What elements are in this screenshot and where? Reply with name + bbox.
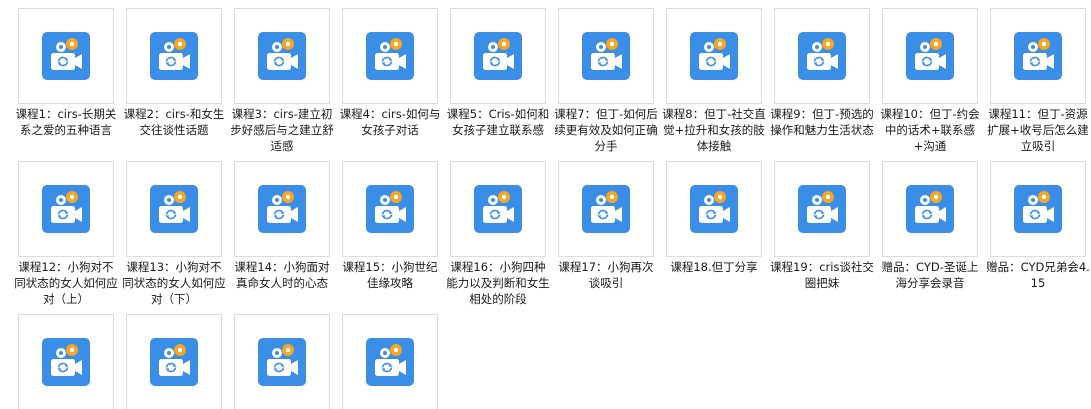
file-thumbnail [990, 8, 1086, 104]
video-file-icon [366, 338, 414, 386]
video-file-icon [1014, 185, 1062, 233]
file-thumbnail [774, 8, 870, 104]
file-name-label: 课程10：但丁-约会中的话术+联系感+沟通 [880, 107, 980, 153]
video-file-icon [690, 32, 738, 80]
video-file-icon [258, 185, 306, 233]
file-thumbnail [774, 161, 870, 257]
file-thumbnail [450, 8, 546, 104]
file-thumbnail [18, 8, 114, 104]
video-file-icon [906, 185, 954, 233]
file-grid: 课程1：cirs-长期关系之爱的五种语言 课程2：cirs-和女生交往谈性话题 课程… [0, 0, 1091, 409]
video-file-icon [150, 32, 198, 80]
file-name-label: 课程14：小狗面对真命女人时的心态 [234, 260, 330, 290]
video-file-icon [906, 32, 954, 80]
file-name-label: 课程12：小狗对不同状态的女人如何应对（上） [14, 260, 118, 306]
file-name-label: 赠品：CYD-圣诞上海分享会录音 [881, 260, 979, 290]
file-name-label: 课程4：cirs-如何与女孩子对话 [339, 107, 441, 137]
file-name-label: 课程5：Cris-如何和女孩子建立联系感 [446, 107, 550, 137]
file-thumbnail [990, 161, 1086, 257]
video-file-icon [798, 185, 846, 233]
video-file-icon [1014, 32, 1062, 80]
file-name-label: 课程13：小狗对不同状态的女人如何应对（下） [122, 260, 226, 306]
video-file-icon [42, 32, 90, 80]
file-name-label: 课程1：cirs-长期关系之爱的五种语言 [15, 107, 117, 137]
file-name-label: 课程2：cirs-和女生交往谈性话题 [123, 107, 225, 137]
file-name-label: 课程8：但丁-社交直觉+拉升和女孩的肢体接触 [662, 107, 766, 153]
file-thumbnail [342, 8, 438, 104]
video-file-icon [42, 185, 90, 233]
file-name-label: 课程7：但丁-如何后续更有效及如何正确分手 [554, 107, 658, 153]
file-thumbnail [126, 161, 222, 257]
file-name-label: 课程11：但丁-资源扩展+收号后怎么建立吸引 [987, 107, 1089, 153]
file-thumbnail [450, 161, 546, 257]
file-name-label: 课程15：小狗世纪佳缘攻略 [342, 260, 438, 290]
video-file-icon [690, 185, 738, 233]
video-file-icon [42, 338, 90, 386]
file-thumbnail [18, 314, 114, 409]
video-file-icon [474, 32, 522, 80]
file-name-label: 课程16：小狗四种能力以及判断和女生相处的阶段 [446, 260, 550, 306]
video-file-icon [150, 338, 198, 386]
video-file-icon [582, 185, 630, 233]
file-thumbnail [558, 8, 654, 104]
video-file-icon [258, 32, 306, 80]
file-thumbnail [882, 8, 978, 104]
file-thumbnail [558, 161, 654, 257]
file-name-label: 课程17：小狗再次谈吸引 [558, 260, 654, 290]
file-thumbnail [666, 8, 762, 104]
file-thumbnail [126, 8, 222, 104]
file-name-label: 课程19：cris谈社交圈把妹 [770, 260, 874, 290]
file-name-label: 赠品：CYD兄弟会4.15 [986, 260, 1090, 290]
file-thumbnail [342, 161, 438, 257]
file-thumbnail [126, 314, 222, 409]
video-file-icon [582, 32, 630, 80]
file-thumbnail [234, 161, 330, 257]
file-name-label: 课程3：cirs-建立初步好感后与之建立舒适感 [230, 107, 334, 153]
video-file-icon [474, 185, 522, 233]
video-file-icon [150, 185, 198, 233]
video-file-icon [798, 32, 846, 80]
file-thumbnail [882, 161, 978, 257]
file-name-label: 课程9：但丁-预选的操作和魅力生活状态 [770, 107, 874, 137]
file-thumbnail [666, 161, 762, 257]
video-file-icon [366, 185, 414, 233]
video-file-icon [366, 32, 414, 80]
video-file-icon [258, 338, 306, 386]
file-thumbnail [234, 8, 330, 104]
file-thumbnail [234, 314, 330, 409]
file-thumbnail [342, 314, 438, 409]
file-name-label: 课程18.但丁分享 [670, 260, 758, 274]
file-thumbnail [18, 161, 114, 257]
